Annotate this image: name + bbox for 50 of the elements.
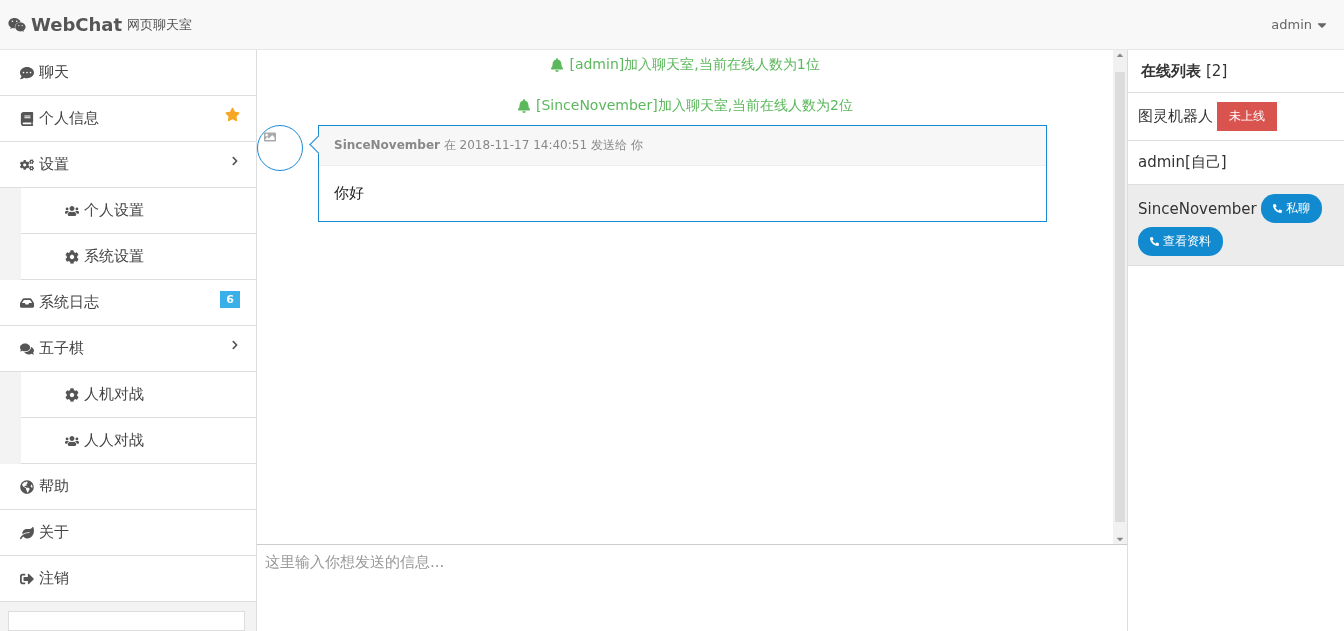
sidebar-item[interactable]: 聊天 xyxy=(0,50,256,96)
phone-icon xyxy=(1150,237,1159,246)
menu-item-icon xyxy=(20,341,34,356)
join-notice: [SinceNovember]加入聊天室,当前在线人数为2位 xyxy=(535,97,854,115)
star-icon xyxy=(225,107,240,122)
status-tag: 未上线 xyxy=(1217,102,1277,131)
join-notice: [admin]加入聊天室,当前在线人数为1位 xyxy=(569,56,820,74)
online-user-row[interactable]: SinceNovember 私聊 查看资料 xyxy=(1128,185,1344,266)
phone-icon xyxy=(1272,204,1282,213)
chevron-icon xyxy=(230,340,240,350)
sidebar-item[interactable]: 设置 xyxy=(0,142,256,188)
sidebar-item[interactable]: 帮助 xyxy=(0,464,256,510)
user-menu[interactable]: admin xyxy=(1271,17,1329,32)
menu-item-icon xyxy=(20,571,34,586)
user-name: admin[自己] xyxy=(1138,153,1227,172)
online-list-title: 在线列表 xyxy=(1141,61,1201,81)
scrollbar[interactable] xyxy=(1113,50,1127,544)
sidebar-subitem[interactable]: 人机对战 xyxy=(21,372,256,418)
action-button[interactable]: 私聊 xyxy=(1260,194,1322,223)
chevron-icon xyxy=(230,156,240,166)
bell-icon xyxy=(516,99,531,113)
sidebar-subitem[interactable]: 个人设置 xyxy=(21,188,256,234)
message-meta: SinceNovember 在 2018-11-17 14:40:51 发送给 你 xyxy=(319,126,1046,166)
menu-item-icon xyxy=(20,157,34,172)
sidebar-item[interactable]: 系统日志 6 xyxy=(0,280,256,326)
message-text: 你好 xyxy=(333,183,365,204)
action-button[interactable]: 查看资料 xyxy=(1138,227,1223,256)
user-name: SinceNovember xyxy=(1138,199,1257,218)
sidebar-subitem[interactable]: 系统设置 xyxy=(21,234,256,280)
bell-icon xyxy=(550,58,565,72)
chat-logo-icon xyxy=(8,15,26,34)
menu-item-icon xyxy=(20,65,34,80)
sidebar-item[interactable]: 关于 xyxy=(0,510,256,556)
sidebar-item[interactable]: 注销 xyxy=(0,556,256,602)
brand-name: WebChat xyxy=(31,14,123,35)
menu-item-icon xyxy=(20,479,34,494)
menu-item-icon xyxy=(65,387,79,402)
count-badge: 6 xyxy=(220,291,240,308)
online-count: [2] xyxy=(1206,62,1228,80)
sidebar-item[interactable]: 五子棋 xyxy=(0,326,256,372)
menu-item-icon xyxy=(20,111,34,126)
user-name: 图灵机器人 xyxy=(1138,107,1213,126)
menu-item-icon xyxy=(65,433,79,448)
menu-item-icon xyxy=(20,525,34,540)
brand-subtitle: 网页聊天室 xyxy=(127,15,193,34)
menu-item-icon xyxy=(65,203,79,218)
sidebar-item[interactable]: 个人信息 xyxy=(0,96,256,142)
sidebar-subitem[interactable]: 人人对战 xyxy=(21,418,256,464)
menu-item-icon xyxy=(20,295,34,310)
menu-item-icon xyxy=(65,249,79,264)
